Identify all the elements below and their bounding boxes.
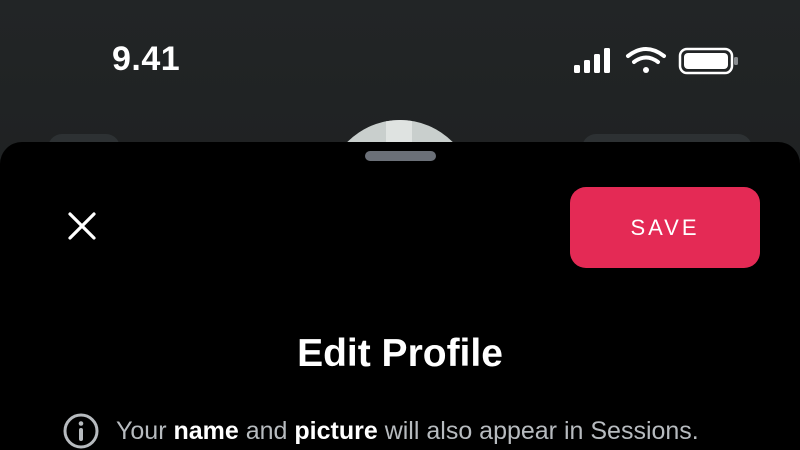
- save-button[interactable]: SAVE: [570, 187, 760, 268]
- notice-bold-picture: picture: [294, 416, 378, 445]
- app-screen: 9.41 SAVE Edit Profile Your name and pic…: [0, 0, 800, 450]
- battery-icon: [678, 47, 738, 75]
- info-icon: [63, 413, 99, 449]
- close-button[interactable]: [60, 204, 104, 248]
- notice-text: Your name and picture will also appear i…: [116, 416, 699, 445]
- profile-notice: Your name and picture will also appear i…: [62, 412, 782, 450]
- notice-bold-name: name: [173, 416, 239, 445]
- status-time: 9.41: [112, 40, 181, 78]
- wifi-icon: [626, 47, 666, 73]
- sheet-grabber[interactable]: [365, 151, 436, 161]
- close-icon: [68, 212, 96, 240]
- status-bar: 9.41: [0, 0, 800, 120]
- status-icons: [574, 47, 738, 75]
- cellular-signal-icon: [574, 48, 610, 73]
- edit-profile-sheet: SAVE Edit Profile Your name and picture …: [0, 142, 800, 450]
- page-title: Edit Profile: [297, 332, 503, 375]
